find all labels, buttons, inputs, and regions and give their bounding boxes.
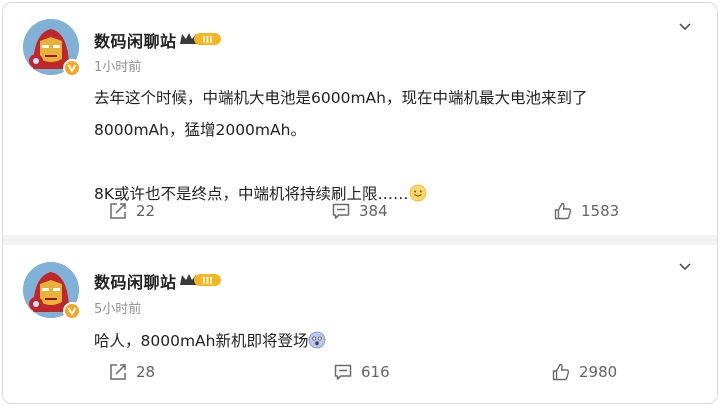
like-button[interactable]: 2980 — [551, 362, 617, 382]
like-icon — [554, 202, 572, 220]
like-icon — [552, 363, 570, 381]
content-line: 哈人，8000mAh新机即将登场 — [94, 325, 326, 357]
like-count: 2980 — [579, 363, 618, 381]
repost-button[interactable]: 22 — [108, 201, 155, 221]
post-time[interactable]: 1小时前 — [94, 56, 141, 75]
post-content: 哈人，8000mAh新机即将登场 — [94, 325, 326, 357]
avatar[interactable] — [23, 262, 81, 320]
post-content: 去年这个时候，中端机大电池是6000mAh，现在中端机最大电池来到了 8000m… — [94, 82, 587, 210]
comment-count: 616 — [361, 363, 390, 381]
like-button[interactable]: 1583 — [553, 201, 619, 221]
feed: 数码闲聊站 III 1小时前 去年这个时候，中端机大电池是6000mAh，现在中… — [2, 2, 718, 404]
author-name[interactable]: 数码闲聊站 — [94, 28, 177, 52]
scared-emoji — [309, 331, 326, 349]
repost-button[interactable]: 28 — [108, 362, 155, 382]
chevron-down-icon[interactable] — [677, 19, 693, 35]
post-actions: 28 616 2980 — [3, 362, 717, 386]
repost-count: 22 — [136, 202, 156, 220]
comment-button[interactable]: 384 — [331, 201, 388, 221]
level-badge-icon: III — [180, 33, 221, 45]
post-actions: 22 384 1583 — [3, 201, 717, 225]
post-card: 数码闲聊站 III 5小时前 哈人，8000mAh新机即将登场 28 616 2 — [3, 245, 717, 403]
content-line — [94, 146, 587, 178]
content-line: 8000mAh，猛增2000mAh。 — [94, 121, 306, 139]
level-badge-icon: III — [180, 274, 221, 286]
svg-text:III: III — [202, 35, 213, 45]
svg-text:III: III — [202, 276, 213, 286]
comment-icon — [334, 364, 352, 380]
repost-icon — [110, 203, 126, 219]
like-count: 1583 — [581, 202, 620, 220]
verified-badge-icon — [63, 302, 81, 320]
content-line: 去年这个时候，中端机大电池是6000mAh，现在中端机最大电池来到了 — [94, 89, 588, 107]
post-card: 数码闲聊站 III 1小时前 去年这个时候，中端机大电池是6000mAh，现在中… — [3, 3, 717, 235]
avatar[interactable] — [23, 19, 81, 77]
comment-button[interactable]: 616 — [333, 362, 390, 382]
verified-badge-icon — [63, 59, 81, 77]
repost-count: 28 — [136, 363, 156, 381]
post-time[interactable]: 5小时前 — [94, 298, 141, 317]
author-name[interactable]: 数码闲聊站 — [94, 269, 177, 293]
post-separator — [3, 235, 717, 245]
smile-emoji — [409, 184, 426, 202]
repost-icon — [110, 364, 126, 380]
chevron-down-icon[interactable] — [677, 259, 693, 275]
comment-count: 384 — [359, 202, 388, 220]
comment-icon — [332, 203, 350, 219]
